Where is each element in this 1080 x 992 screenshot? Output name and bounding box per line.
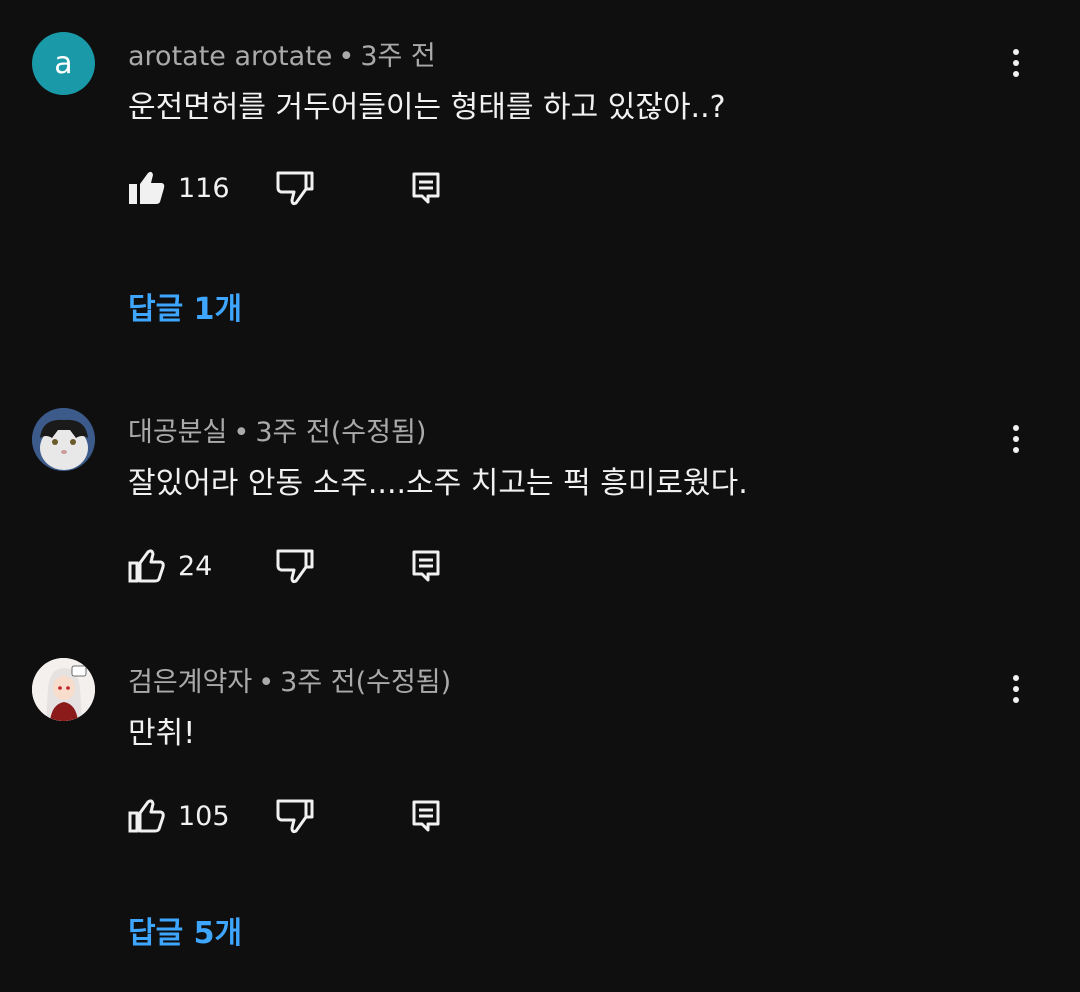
more-options-icon[interactable] [1000,669,1032,709]
edited-label: (수정됨) [355,667,452,698]
reply-comment-icon [412,550,440,582]
dislike-button[interactable] [274,168,316,208]
comment-text: 운전면허를 거두어들이는 형태를 하고 있잖아..? [128,90,726,125]
like-count: 116 [178,172,230,204]
comment-time: 3주 전 [255,417,331,448]
separator-dot: • [258,667,275,698]
view-replies-link[interactable]: 답글 5개 [128,908,242,952]
thumbs-down-icon [276,549,314,584]
view-replies-link[interactable]: 답글 1개 [128,284,242,328]
comment-actions: 24 [128,546,468,586]
thumbs-down-icon [276,171,314,206]
cat-avatar-icon [32,408,95,471]
comment-item: 검은계약자 • 3주 전(수정됨) 만취! 105 답글 5개 [0,650,1080,992]
avatar[interactable]: a [32,32,95,95]
anime-girl-avatar-icon [32,658,95,721]
like-count: 105 [178,800,230,832]
avatar-letter: a [54,46,73,81]
comment-time: 3주 전 [360,41,436,72]
reply-button[interactable] [410,168,442,208]
comment-text: 만취! [128,716,196,751]
reply-button[interactable] [410,546,442,586]
thumbs-up-icon [128,549,165,583]
comment-meta: 검은계약자 • 3주 전(수정됨) [128,660,451,699]
like-button[interactable]: 105 [128,796,230,836]
dislike-button[interactable] [274,796,316,836]
thumbs-up-filled-icon [129,171,165,204]
comment-author[interactable]: 검은계약자 [128,667,252,698]
reply-button[interactable] [410,796,442,836]
dislike-button[interactable] [274,546,316,586]
comment-actions: 105 [128,796,468,836]
reply-comment-icon [412,800,440,832]
avatar[interactable] [32,658,95,721]
thumbs-up-icon [128,799,165,833]
reply-comment-icon [412,172,440,204]
comment-author[interactable]: arotate arotate [128,41,332,72]
like-count: 24 [178,550,213,582]
edited-label: (수정됨) [330,417,427,448]
comment-author[interactable]: 대공분실 [128,417,227,448]
comment-item: 대공분실 • 3주 전(수정됨) 잘있어라 안동 소주....소주 치고는 퍽 흥미… [0,400,1080,600]
comment-text: 잘있어라 안동 소주....소주 치고는 퍽 흥미로웠다. [128,466,748,501]
more-options-icon[interactable] [1000,43,1032,83]
thumbs-down-icon [276,799,314,834]
like-button[interactable]: 116 [128,168,230,208]
separator-dot: • [338,41,355,72]
comment-meta: arotate arotate • 3주 전 [128,34,436,73]
comment-item: a arotate arotate • 3주 전 운전면허를 거두어들이는 형태를 … [0,0,1080,340]
separator-dot: • [233,417,250,448]
more-options-icon[interactable] [1000,419,1032,459]
comment-actions: 116 [128,168,468,208]
comment-time: 3주 전 [280,667,356,698]
like-button[interactable]: 24 [128,546,212,586]
avatar[interactable] [32,408,95,471]
comment-meta: 대공분실 • 3주 전(수정됨) [128,410,426,449]
